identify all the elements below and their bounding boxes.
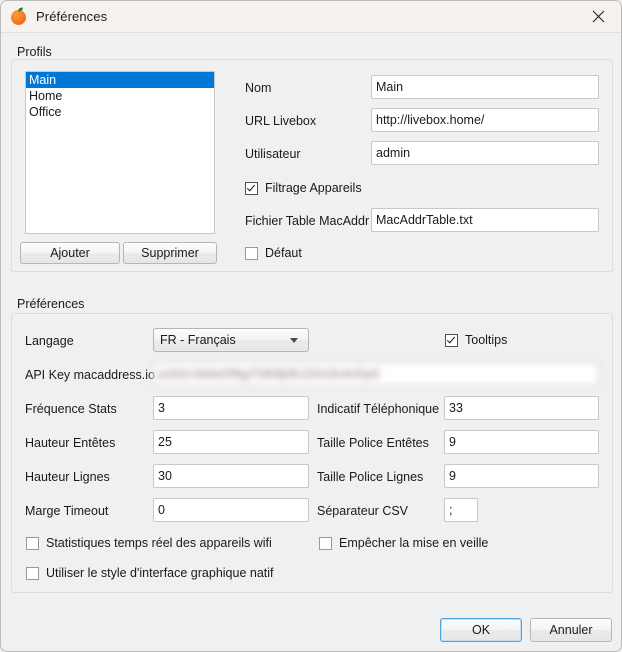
remove-profile-button[interactable]: Supprimer <box>123 242 217 264</box>
hauteur-entetes-input[interactable]: 25 <box>153 430 309 454</box>
window-title: Préférences <box>36 9 108 24</box>
ok-button[interactable]: OK <box>440 618 522 642</box>
title-bar: Préférences <box>1 1 621 33</box>
list-item[interactable]: Main <box>26 72 214 88</box>
list-item[interactable]: Home <box>26 88 214 104</box>
filtrage-appareils-label: Filtrage Appareils <box>265 181 362 195</box>
tooltips-label: Tooltips <box>465 333 508 347</box>
taille-police-entetes-input[interactable]: 9 <box>444 430 599 454</box>
api-key-label: API Key macaddress.io <box>25 368 155 382</box>
cancel-button[interactable]: Annuler <box>530 618 612 642</box>
taille-police-lignes-input[interactable]: 9 <box>444 464 599 488</box>
profils-group-label: Profils <box>17 45 52 59</box>
checkbox-box <box>245 246 258 260</box>
tooltips-checkbox[interactable]: Tooltips <box>445 333 507 347</box>
marge-timeout-input[interactable]: 0 <box>153 498 309 522</box>
checkbox-box <box>319 536 332 550</box>
style-natif-label: Utiliser le style d'interface graphique … <box>46 566 274 580</box>
marge-timeout-label: Marge Timeout <box>25 504 109 518</box>
stats-temps-reel-checkbox[interactable]: Statistiques temps réel des appareils wi… <box>26 536 272 550</box>
list-item[interactable]: Office <box>26 104 214 120</box>
separateur-csv-label: Séparateur CSV <box>317 504 409 518</box>
checkbox-box <box>26 566 39 580</box>
checkbox-box <box>26 536 39 550</box>
indicatif-telephonique-label: Indicatif Téléphonique <box>317 402 440 416</box>
preferences-group-label: Préférences <box>17 297 85 311</box>
nom-input[interactable]: Main <box>371 75 599 99</box>
checkmark-icon <box>245 181 258 195</box>
frequence-stats-input[interactable]: 3 <box>153 396 309 420</box>
utilisateur-label: Utilisateur <box>245 147 301 161</box>
checkmark-icon <box>445 333 458 347</box>
separateur-csv-input[interactable]: ; <box>444 498 478 522</box>
fichier-table-macaddr-input[interactable]: MacAddrTable.txt <box>371 208 599 232</box>
langage-label: Langage <box>25 334 74 348</box>
hauteur-entetes-label: Hauteur Entêtes <box>25 436 116 450</box>
langage-select[interactable]: FR - Français <box>153 328 309 352</box>
profiles-listbox[interactable]: Main Home Office <box>25 71 215 234</box>
taille-police-lignes-label: Taille Police Lignes <box>317 470 424 484</box>
taille-police-entetes-label: Taille Police Entêtes <box>317 436 429 450</box>
url-livebox-label: URL Livebox <box>245 114 317 128</box>
langage-selected-value: FR - Français <box>160 333 236 347</box>
url-livebox-input[interactable]: http://livebox.home/ <box>371 108 599 132</box>
fichier-table-macaddr-label: Fichier Table MacAddr <box>245 214 370 228</box>
empecher-veille-label: Empêcher la mise en veille <box>339 536 489 550</box>
indicatif-telephonique-input[interactable]: 33 <box>444 396 599 420</box>
close-icon[interactable] <box>575 1 621 32</box>
style-natif-checkbox[interactable]: Utiliser le style d'interface graphique … <box>26 566 274 580</box>
frequence-stats-label: Fréquence Stats <box>25 402 117 416</box>
hauteur-lignes-input[interactable]: 30 <box>153 464 309 488</box>
nom-label: Nom <box>245 81 272 95</box>
add-profile-button[interactable]: Ajouter <box>20 242 120 264</box>
stats-temps-reel-label: Statistiques temps réel des appareils wi… <box>46 536 272 550</box>
api-key-input[interactable]: a1b2c3d4e5f6g7h8i9j0k1l2m3n4o5p6 <box>153 362 599 386</box>
utilisateur-input[interactable]: admin <box>371 141 599 165</box>
preferences-dialog: Préférences Profils Main Home Office Ajo… <box>0 0 622 652</box>
defaut-label: Défaut <box>265 246 302 260</box>
filtrage-appareils-checkbox[interactable]: Filtrage Appareils <box>245 181 362 195</box>
defaut-checkbox[interactable]: Défaut <box>245 246 302 260</box>
hauteur-lignes-label: Hauteur Lignes <box>25 470 110 484</box>
orange-icon <box>11 6 27 25</box>
empecher-veille-checkbox[interactable]: Empêcher la mise en veille <box>319 536 488 550</box>
chevron-down-icon <box>290 337 298 343</box>
